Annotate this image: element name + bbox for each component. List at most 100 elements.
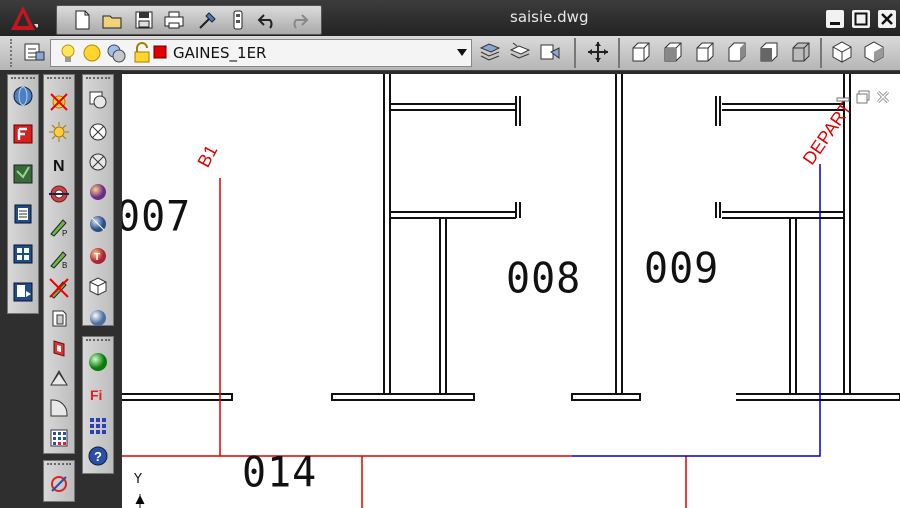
palette-icon[interactable]: [12, 163, 34, 185]
layer-state-icon[interactable]: [508, 40, 532, 64]
current-layer-name: GAINES_1ER: [173, 44, 267, 62]
layer-dropdown[interactable]: GAINES_1ER: [50, 39, 472, 67]
front-view-icon[interactable]: [756, 40, 780, 64]
svg-text:T: T: [94, 252, 100, 263]
orbit-icon[interactable]: [586, 40, 610, 64]
mapping-icon[interactable]: [48, 337, 70, 359]
light-off-icon[interactable]: [48, 91, 70, 113]
wireframe-cube-icon[interactable]: [87, 275, 109, 297]
tool-palettes-icon[interactable]: [12, 243, 34, 265]
green-sphere-icon[interactable]: [87, 351, 109, 373]
maximize-icon: [854, 12, 868, 26]
hidden-sphere-icon[interactable]: [87, 151, 109, 173]
layer-isolate-icon[interactable]: [538, 40, 562, 64]
toolbar-grip[interactable]: [47, 77, 71, 82]
ucs-y-label: Y: [134, 472, 142, 487]
svg-text:N: N: [53, 158, 65, 175]
pen-b-icon[interactable]: B: [48, 247, 70, 269]
lock-icon[interactable]: [131, 42, 153, 64]
shaded-sphere-icon[interactable]: [87, 181, 109, 203]
toolbar-separator: [574, 38, 576, 68]
blue-sphere-icon[interactable]: [87, 213, 109, 235]
window-title: saisie.dwg: [510, 8, 589, 26]
lightbulb-icon[interactable]: [57, 42, 79, 64]
sun-icon[interactable]: [81, 42, 103, 64]
wireframe-sphere-icon[interactable]: [87, 121, 109, 143]
color-swatch-icon[interactable]: [153, 45, 167, 59]
back-view-icon[interactable]: [788, 40, 812, 64]
fi-icon[interactable]: Fi: [87, 383, 109, 405]
globe-icon[interactable]: [12, 85, 34, 107]
iso-view-2-icon[interactable]: [862, 40, 886, 64]
minimize-button[interactable]: [826, 10, 844, 28]
red-network: [122, 178, 687, 508]
sheet-set-icon[interactable]: [12, 281, 34, 303]
room-number-007: 007: [122, 192, 192, 242]
walk-fly-icon[interactable]: [48, 473, 70, 495]
toolbar-separator: [820, 38, 822, 68]
close-icon: [881, 13, 893, 25]
svg-text:B: B: [62, 261, 67, 269]
room-number-009: 009: [644, 244, 720, 294]
material-icon[interactable]: [48, 307, 70, 329]
adcenter-icon[interactable]: [12, 123, 34, 145]
sphere-map-icon[interactable]: [48, 397, 70, 419]
toolbar-grip[interactable]: [47, 463, 71, 468]
box-shape-icon[interactable]: [87, 89, 109, 111]
toolbar-grip[interactable]: [86, 77, 110, 82]
top-view-icon[interactable]: [628, 40, 652, 64]
minimize-icon: [830, 22, 840, 25]
close-button[interactable]: [878, 10, 896, 28]
grid-icon[interactable]: [87, 415, 109, 437]
viewport-close-icon[interactable]: [874, 88, 892, 106]
texture-icon[interactable]: T: [87, 245, 109, 267]
viewport-restore-icon[interactable]: [854, 88, 872, 106]
distant-light-icon[interactable]: [48, 121, 70, 143]
cylinder-map-icon[interactable]: [48, 367, 70, 389]
toolbar-grip[interactable]: [10, 39, 15, 67]
right-view-icon[interactable]: [724, 40, 748, 64]
autocad-logo-icon[interactable]: [8, 4, 38, 32]
north-icon[interactable]: N: [48, 153, 70, 175]
delete-light-icon[interactable]: [48, 277, 70, 299]
layer-properties-icon[interactable]: [22, 40, 46, 64]
pen-p-icon[interactable]: P: [48, 215, 70, 237]
toolbar-column-1: [7, 74, 39, 314]
toolbar-separator: [618, 38, 620, 68]
toolbar-column-2b: [43, 460, 75, 502]
match-properties-icon[interactable]: [197, 9, 219, 31]
quick-access-toolbar: [56, 5, 322, 35]
toolbar-grip[interactable]: [86, 339, 110, 344]
realistic-sphere-icon[interactable]: [87, 307, 109, 329]
svg-text:Fi: Fi: [90, 387, 102, 403]
toolbar-column-3b: Fi ?: [82, 336, 114, 474]
properties-icon[interactable]: [12, 203, 34, 225]
left-view-icon[interactable]: [692, 40, 716, 64]
toolbar-grip[interactable]: [11, 77, 35, 82]
drawing-canvas[interactable]: 007 008 009 014 B1 DEPART Y: [122, 74, 900, 508]
toolbar-column-3: T: [82, 74, 114, 326]
freeze-icon[interactable]: [105, 42, 127, 64]
target-point-icon[interactable]: [48, 183, 70, 205]
help-icon[interactable]: ?: [87, 445, 109, 467]
toolbar-column-2: N P B: [43, 74, 75, 454]
new-icon[interactable]: [71, 9, 93, 31]
layer-previous-icon[interactable]: [478, 40, 502, 64]
chevron-down-icon[interactable]: [457, 49, 467, 56]
iso-view-icon[interactable]: [830, 40, 854, 64]
save-icon[interactable]: [133, 9, 155, 31]
room-number-014: 014: [242, 448, 318, 498]
viewport-controls: [834, 88, 894, 108]
layers-toolbar: GAINES_1ER: [0, 36, 900, 71]
print-icon[interactable]: [163, 9, 185, 31]
viewport-minimize-icon[interactable]: [834, 88, 852, 106]
svg-text:?: ?: [94, 449, 102, 464]
redo-icon[interactable]: [287, 9, 309, 31]
render-region-icon[interactable]: [48, 427, 70, 449]
title-bar: saisie.dwg: [0, 0, 900, 36]
undo-icon[interactable]: [257, 9, 279, 31]
open-icon[interactable]: [101, 9, 123, 31]
plot-preview-icon[interactable]: [227, 9, 249, 31]
maximize-button[interactable]: [852, 10, 870, 28]
bottom-view-icon[interactable]: [660, 40, 684, 64]
